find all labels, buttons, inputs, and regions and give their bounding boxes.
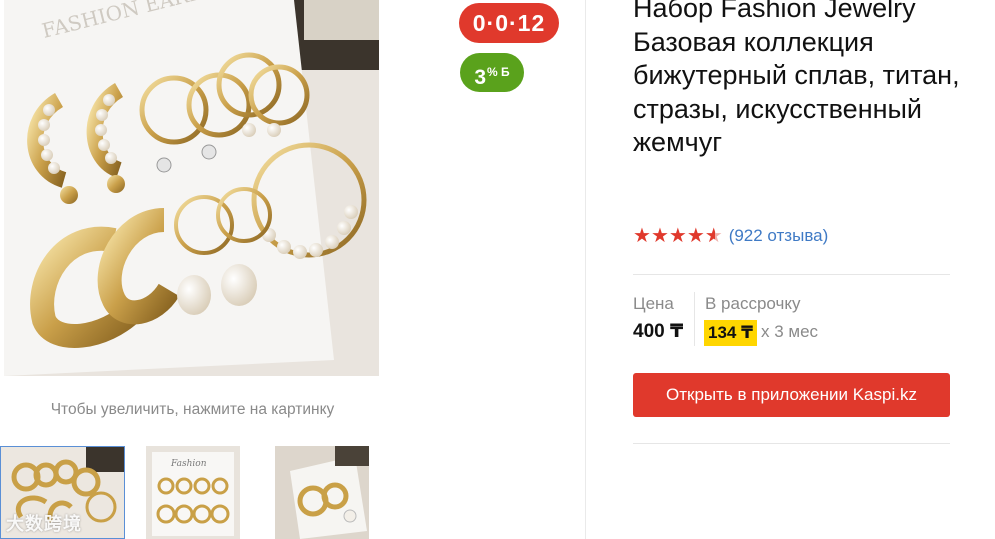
price-divider xyxy=(694,292,695,346)
price-label: Цена xyxy=(633,294,674,313)
bonus-unit: % Б xyxy=(487,65,510,79)
installment-term: x 3 мес xyxy=(761,322,819,341)
divider xyxy=(633,443,950,444)
reviews-link[interactable]: (922 отзыва) xyxy=(729,226,829,246)
watermark-text: 大数跨境 xyxy=(6,514,82,534)
main-product-image[interactable]: FASHION EARRINGS xyxy=(4,0,379,376)
thumbnail-3[interactable] xyxy=(275,446,369,539)
thumbnail-2[interactable]: Fashion xyxy=(146,446,240,539)
bonus-value: 3 xyxy=(474,66,487,89)
product-title: Набор Fashion Jewelry Базовая коллекция … xyxy=(633,0,960,157)
divider xyxy=(633,274,950,275)
column-divider xyxy=(585,0,586,539)
installment-label: В рассрочку xyxy=(705,294,801,313)
installment-amount: 134 ₸ xyxy=(704,320,757,346)
rating-stars: ★ ★ ★ ★ ★ xyxy=(633,225,723,247)
star-icon: ★ xyxy=(686,225,705,247)
installment-badge: 0·0·12 xyxy=(459,3,559,43)
thumb-brand-text: Fashion xyxy=(170,459,207,469)
star-icon: ★ xyxy=(668,225,687,247)
rating: ★ ★ ★ ★ ★ (922 отзыва) xyxy=(633,225,828,247)
open-in-app-button[interactable]: Открыть в приложении Kaspi.kz xyxy=(633,373,950,417)
star-icon: ★ xyxy=(650,225,669,247)
star-half-icon: ★ xyxy=(704,225,723,247)
zoom-hint: Чтобы увеличить, нажмите на картинку xyxy=(50,401,335,418)
star-icon: ★ xyxy=(633,225,651,247)
price-value: 400 ₸ xyxy=(633,321,684,342)
bonus-badge: 3% Б xyxy=(460,53,524,92)
